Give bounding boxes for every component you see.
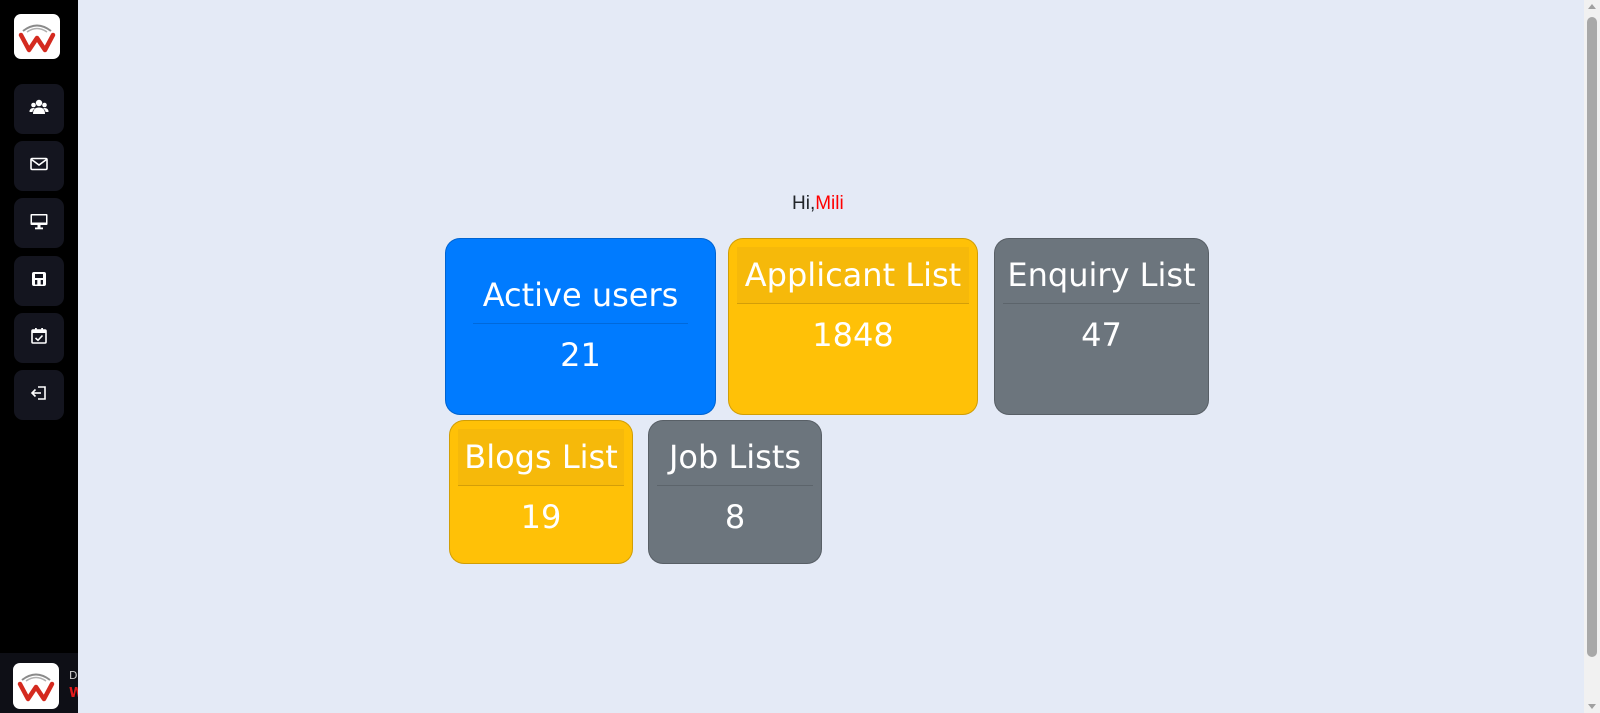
greeting: Hi,Mili: [792, 193, 844, 215]
nav-mail-button[interactable]: [14, 141, 64, 191]
card-title: Active users: [473, 266, 688, 324]
sidebar: D W: [0, 0, 78, 713]
nav-save-button[interactable]: [14, 256, 64, 306]
greeting-username: Mili: [815, 193, 844, 214]
scroll-up-icon[interactable]: [1588, 4, 1596, 9]
card-enquiry-list[interactable]: Enquiry List 47: [994, 238, 1209, 415]
card-value: 21: [560, 336, 601, 374]
desktop-icon: [29, 211, 49, 235]
main-content: Hi,Mili Active users 21 Applicant List 1…: [78, 0, 1584, 713]
card-title: Applicant List: [737, 247, 969, 304]
scroll-down-icon[interactable]: [1588, 704, 1596, 709]
nav-calendar-button[interactable]: [14, 313, 64, 363]
profile-name: D: [69, 669, 78, 682]
card-title: Blogs List: [458, 429, 624, 486]
card-value: 19: [520, 498, 562, 536]
profile-role: W: [69, 686, 78, 701]
brand-logo-icon[interactable]: [14, 14, 60, 59]
nav-users-button[interactable]: [14, 84, 64, 134]
users-icon: [29, 97, 49, 121]
greeting-prefix: Hi,: [792, 193, 816, 214]
card-blogs-list[interactable]: Blogs List 19: [449, 420, 633, 564]
user-profile[interactable]: D W: [0, 653, 78, 713]
card-value: 1848: [812, 316, 894, 354]
card-active-users[interactable]: Active users 21: [445, 238, 716, 415]
calendar-check-icon: [29, 326, 49, 350]
card-title: Job Lists: [657, 429, 813, 486]
card-title: Enquiry List: [1003, 247, 1200, 304]
card-value: 8: [724, 498, 746, 536]
save-icon: [29, 269, 49, 293]
nav-logout-button[interactable]: [14, 370, 64, 420]
card-job-lists[interactable]: Job Lists 8: [648, 420, 822, 564]
card-applicant-list[interactable]: Applicant List 1848: [728, 238, 978, 415]
scrollbar-thumb[interactable]: [1587, 17, 1597, 657]
sign-out-icon: [29, 383, 49, 407]
vertical-scrollbar[interactable]: [1584, 0, 1600, 713]
avatar: [13, 663, 59, 709]
envelope-icon: [29, 154, 49, 178]
nav-desktop-button[interactable]: [14, 198, 64, 248]
card-value: 47: [1081, 316, 1122, 354]
